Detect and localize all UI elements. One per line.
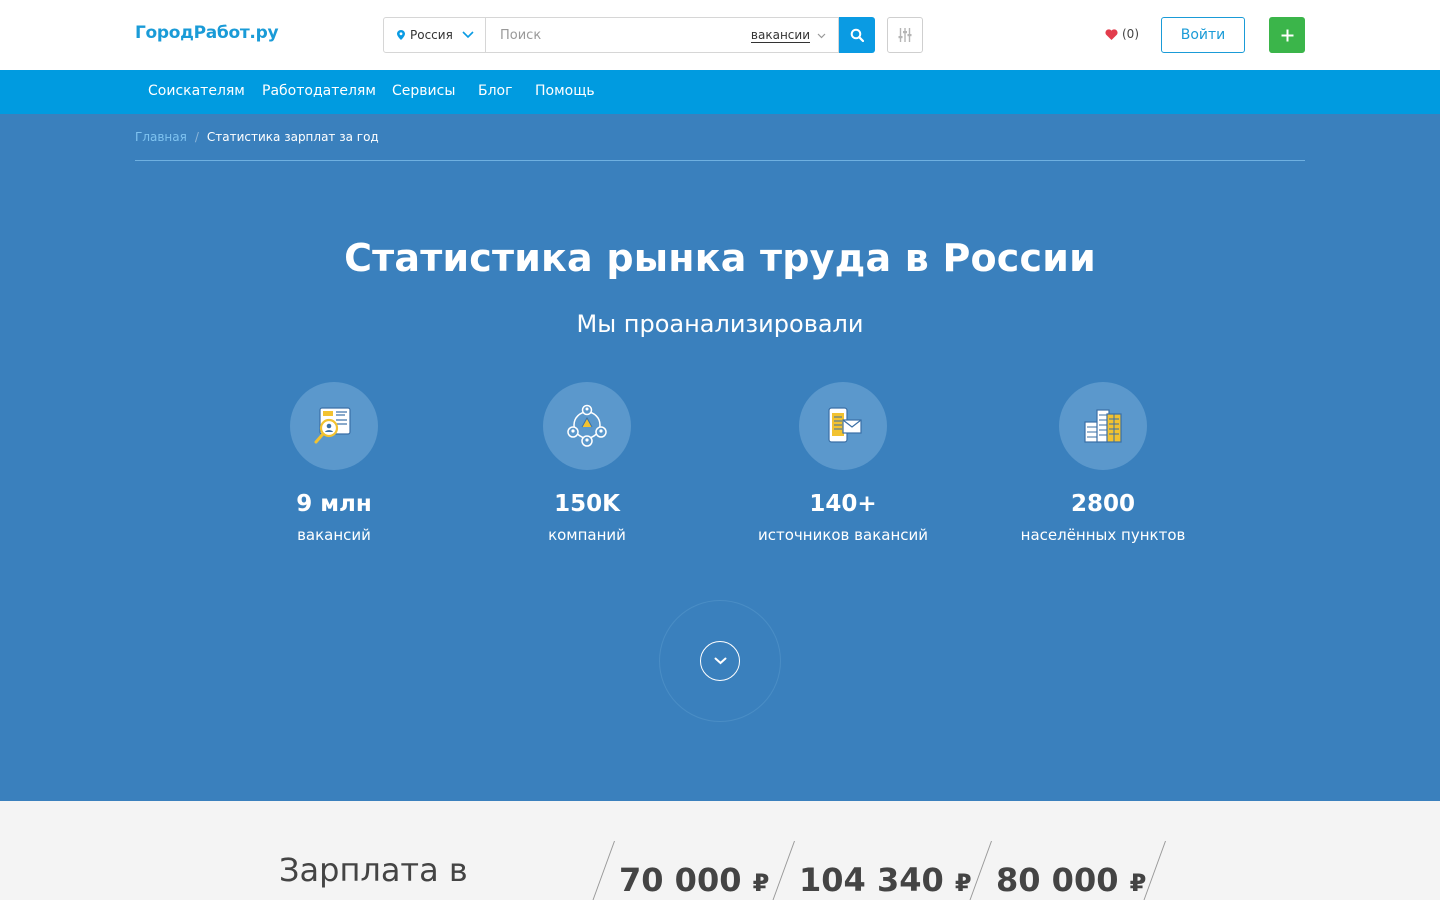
chevron-down-icon — [462, 31, 474, 39]
companies-network-icon — [567, 404, 607, 447]
add-button[interactable] — [1269, 17, 1305, 53]
stat-value: 2800 — [1070, 491, 1135, 517]
search-button[interactable] — [839, 17, 875, 53]
breadcrumb-divider — [135, 160, 1305, 161]
chevron-down-icon — [817, 33, 826, 38]
stat-vacancies: 9 млн вакансий — [224, 382, 444, 546]
filters-button[interactable] — [887, 17, 923, 53]
location-pin-icon — [397, 30, 405, 40]
nav-item-help[interactable]: Помощь — [535, 83, 595, 99]
login-button[interactable]: Войти — [1161, 17, 1245, 53]
search-bar: Россия вакансии — [383, 17, 875, 53]
salary-title: Зарплата в — [279, 851, 468, 889]
stat-icon-circle — [543, 382, 631, 470]
salary-section: Зарплата в 70 000 ₽ 104 340 ₽ 80 000 ₽ — [0, 801, 1440, 900]
search-type-select[interactable]: вакансии — [750, 28, 826, 43]
stat-label: вакансий — [297, 526, 371, 544]
favorites-count: (0) — [1122, 27, 1139, 41]
stat-label: источников вакансий — [757, 526, 928, 544]
search-type-label: вакансии — [750, 28, 810, 43]
stat-companies: 150K компаний — [477, 382, 697, 546]
stats-hero: Главная / Статистика зарплат за год Стат… — [0, 114, 1440, 801]
salary-value: 70 000 ₽ — [619, 861, 769, 899]
nav-item-blog[interactable]: Блог — [478, 83, 512, 99]
breadcrumb-current: Статистика зарплат за год — [206, 130, 379, 144]
stat-value: 9 млн — [296, 491, 372, 517]
salary-value: 104 340 ₽ — [799, 861, 972, 899]
salary-value: 80 000 ₽ — [996, 861, 1146, 899]
favorites-link[interactable]: (0) — [1105, 27, 1139, 41]
page-subtitle: Мы проанализировали — [576, 310, 864, 338]
currency-symbol: ₽ — [752, 869, 770, 897]
breadcrumb: Главная / Статистика зарплат за год — [135, 130, 379, 144]
vacancy-search-icon — [314, 407, 351, 444]
breadcrumb-home[interactable]: Главная — [135, 130, 187, 144]
heart-icon — [1105, 28, 1118, 40]
stat-value: 150K — [554, 491, 620, 517]
currency-symbol: ₽ — [954, 869, 972, 897]
main-nav: Соискателям Работодателям Сервисы Блог П… — [0, 70, 1440, 114]
stat-label: компаний — [548, 526, 626, 544]
stat-settlements: 2800 населённых пунктов — [993, 382, 1213, 546]
divider-slash — [584, 841, 615, 900]
nav-item-employers[interactable]: Работодателям — [262, 83, 376, 99]
plus-icon — [1281, 29, 1293, 41]
page-title: Статистика рынка труда в России — [344, 236, 1096, 280]
region-select[interactable]: Россия — [383, 17, 486, 53]
stat-value: 140+ — [809, 491, 877, 517]
stat-sources: 140+ источников вакансий — [733, 382, 953, 546]
stat-icon-circle — [290, 382, 378, 470]
sliders-icon — [898, 28, 912, 42]
divider-slash — [764, 841, 795, 900]
salary-amount: 80 000 — [996, 861, 1119, 899]
scroll-down-button[interactable] — [700, 641, 740, 681]
search-field[interactable]: вакансии — [486, 17, 839, 53]
stat-icon-circle — [799, 382, 887, 470]
search-input[interactable] — [500, 27, 730, 43]
search-icon — [850, 28, 864, 42]
stat-icon-circle — [1059, 382, 1147, 470]
breadcrumb-separator: / — [194, 130, 199, 144]
salary-amount: 104 340 — [799, 861, 944, 899]
nav-item-services[interactable]: Сервисы — [392, 83, 455, 99]
site-header: ГородРабот.ру Россия вакансии (0) Войти — [0, 0, 1440, 70]
region-label: Россия — [410, 28, 453, 42]
site-logo[interactable]: ГородРабот.ру — [135, 23, 279, 43]
city-buildings-icon — [1084, 409, 1122, 443]
nav-item-job-seekers[interactable]: Соискателям — [148, 83, 245, 99]
sources-devices-icon — [828, 407, 862, 443]
chevron-down-icon — [714, 657, 726, 665]
stat-label: населённых пунктов — [1020, 526, 1186, 544]
salary-amount: 70 000 — [619, 861, 742, 899]
currency-symbol: ₽ — [1129, 869, 1147, 897]
